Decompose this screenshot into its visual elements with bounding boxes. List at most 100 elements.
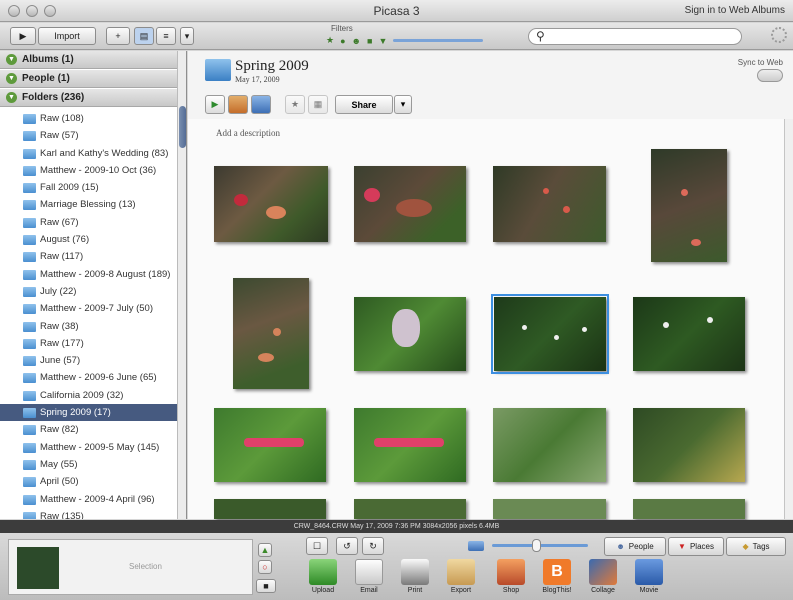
folder-item[interactable]: Matthew - 2009-10 Oct (36) xyxy=(0,162,177,179)
thumbnail-size-slider[interactable] xyxy=(492,539,588,552)
folder-item[interactable]: California 2009 (32) xyxy=(0,387,177,404)
folder-date: May 17, 2009 xyxy=(235,75,280,84)
photo-thumbnail[interactable] xyxy=(493,408,606,482)
slideshow-button[interactable]: ▶ xyxy=(205,95,225,114)
folder-item[interactable]: Marriage Blessing (13) xyxy=(0,196,177,213)
tree-view-button[interactable]: ≡ xyxy=(156,27,176,45)
status-bar: CRW_8464.CRW May 17, 2009 7:36 PM 3084x2… xyxy=(0,520,793,533)
photo-grid-scrollbar[interactable] xyxy=(784,119,793,519)
upload-button[interactable]: Upload xyxy=(301,559,345,594)
albums-section-label: Albums (1) xyxy=(22,54,74,65)
folder-item[interactable]: August (76) xyxy=(0,231,177,248)
description-field[interactable]: Add a description xyxy=(216,128,280,138)
star-icon[interactable]: ★ xyxy=(285,95,305,114)
share-button[interactable]: Share xyxy=(335,95,393,114)
sync-toggle[interactable] xyxy=(757,69,783,82)
email-button[interactable]: Email xyxy=(347,559,391,594)
geotag-filter-icon[interactable]: ■ xyxy=(367,36,372,46)
folder-icon xyxy=(23,269,36,280)
people-button[interactable]: ☻ People xyxy=(604,537,666,556)
photo-thumbnail[interactable] xyxy=(633,499,745,519)
folder-item[interactable]: Matthew - 2009-6 June (65) xyxy=(0,369,177,386)
clear-selection-icon[interactable]: ○ xyxy=(258,560,272,574)
folder-item[interactable]: Matthew - 2009-7 July (50) xyxy=(0,300,177,317)
blogthis-button[interactable]: B BlogThis! xyxy=(535,559,579,594)
tags-button[interactable]: ◆ Tags xyxy=(726,537,786,556)
photo-thumbnail[interactable] xyxy=(354,408,466,482)
upload-filter-icon[interactable]: ▼ xyxy=(378,36,387,46)
photo-thumbnail[interactable] xyxy=(493,166,606,242)
folder-view: Spring 2009 May 17, 2009 Sync to Web ▶ ★… xyxy=(188,51,793,519)
trash-icon[interactable]: ▦ xyxy=(308,95,328,114)
video-filter-icon[interactable]: ● xyxy=(340,36,345,46)
photo-thumbnail-selected[interactable] xyxy=(491,294,609,374)
rotate-left-icon[interactable]: ↺ xyxy=(336,537,358,555)
folder-icon xyxy=(23,373,36,384)
export-button[interactable]: Export xyxy=(439,559,483,594)
photo-thumbnail[interactable] xyxy=(214,499,326,519)
folder-item[interactable]: Raw (177) xyxy=(0,335,177,352)
folder-item[interactable]: Matthew - 2009-5 May (145) xyxy=(0,439,177,456)
sidebar-scroll-thumb[interactable] xyxy=(179,106,186,148)
photo-thumbnail[interactable] xyxy=(493,499,606,519)
folder-item[interactable]: Spring 2009 (17) xyxy=(0,404,177,422)
selected-photo-thumbnail[interactable] xyxy=(17,547,59,589)
folder-item[interactable]: Raw (82) xyxy=(0,421,177,438)
albums-section-header[interactable]: ▼ Albums (1) xyxy=(0,51,177,69)
photo-thumbnail[interactable] xyxy=(354,499,466,519)
folder-item[interactable]: Fall 2009 (15) xyxy=(0,179,177,196)
add-to-album-icon[interactable]: ■ xyxy=(256,579,276,593)
shop-button[interactable]: Shop xyxy=(489,559,533,594)
photo-thumbnail[interactable] xyxy=(651,149,727,262)
photo-thumbnail[interactable] xyxy=(633,297,745,371)
photo-thumbnail[interactable] xyxy=(633,408,745,482)
rotate-flag-icon[interactable]: ☐ xyxy=(306,537,328,555)
export-folder-icon xyxy=(447,559,475,585)
add-to-library-button[interactable]: + xyxy=(106,27,130,45)
photo-thumbnail[interactable] xyxy=(354,166,466,242)
email-folder-icon[interactable] xyxy=(251,95,271,114)
rotate-right-icon[interactable]: ↻ xyxy=(362,537,384,555)
places-button[interactable]: ▼ Places xyxy=(668,537,724,556)
folder-icon xyxy=(23,165,36,176)
thumbnail-size-slider-thumb[interactable] xyxy=(532,539,541,552)
people-filter-icon[interactable]: ☻ xyxy=(352,36,361,46)
folder-item[interactable]: Matthew - 2009-8 August (189) xyxy=(0,266,177,283)
tags-button-label: Tags xyxy=(752,542,770,551)
share-menu-chevron-icon[interactable]: ▾ xyxy=(394,95,412,114)
collage-label: Collage xyxy=(591,587,615,594)
flat-view-button[interactable]: ▤ xyxy=(134,27,154,45)
import-button[interactable]: Import xyxy=(38,27,96,45)
import-icon-button[interactable]: ▶ xyxy=(10,27,36,45)
folder-item[interactable]: Matthew - 2009-4 April (96) xyxy=(0,491,177,508)
folder-item[interactable]: Raw (135) xyxy=(0,508,177,519)
filter-slider[interactable] xyxy=(393,39,484,42)
photo-thumbnail[interactable] xyxy=(354,297,466,371)
folder-item[interactable]: Raw (117) xyxy=(0,248,177,265)
sign-in-link[interactable]: Sign in to Web Albums xyxy=(685,5,785,16)
folder-item[interactable]: Raw (38) xyxy=(0,318,177,335)
search-input[interactable]: ⚲ xyxy=(528,28,742,45)
sidebar-scrollbar[interactable] xyxy=(177,51,186,519)
folder-item[interactable]: Raw (67) xyxy=(0,214,177,231)
movie-button[interactable]: Movie xyxy=(627,559,671,594)
folder-item[interactable]: Karl and Kathy's Wedding (83) xyxy=(0,145,177,162)
folder-item[interactable]: Raw (108) xyxy=(0,110,177,127)
folder-item[interactable]: May (55) xyxy=(0,456,177,473)
folder-item[interactable]: July (22) xyxy=(0,283,177,300)
print-collage-icon[interactable] xyxy=(228,95,248,114)
view-menu-button[interactable]: ▾ xyxy=(180,27,194,45)
hold-pin-icon[interactable]: ▲ xyxy=(258,543,272,557)
photo-thumbnail[interactable] xyxy=(214,166,328,242)
print-button[interactable]: Print xyxy=(393,559,437,594)
collage-button[interactable]: Collage xyxy=(581,559,625,594)
folder-item[interactable]: April (50) xyxy=(0,473,177,490)
people-section-header[interactable]: ▼ People (1) xyxy=(0,70,177,88)
folder-title[interactable]: Spring 2009 xyxy=(235,58,309,75)
photo-thumbnail[interactable] xyxy=(214,408,326,482)
starred-filter-icon[interactable]: ★ xyxy=(326,35,334,46)
folder-item[interactable]: June (57) xyxy=(0,352,177,369)
folder-item[interactable]: Raw (57) xyxy=(0,127,177,144)
photo-thumbnail[interactable] xyxy=(233,278,309,389)
folders-section-header[interactable]: ▼ Folders (236) xyxy=(0,89,177,107)
